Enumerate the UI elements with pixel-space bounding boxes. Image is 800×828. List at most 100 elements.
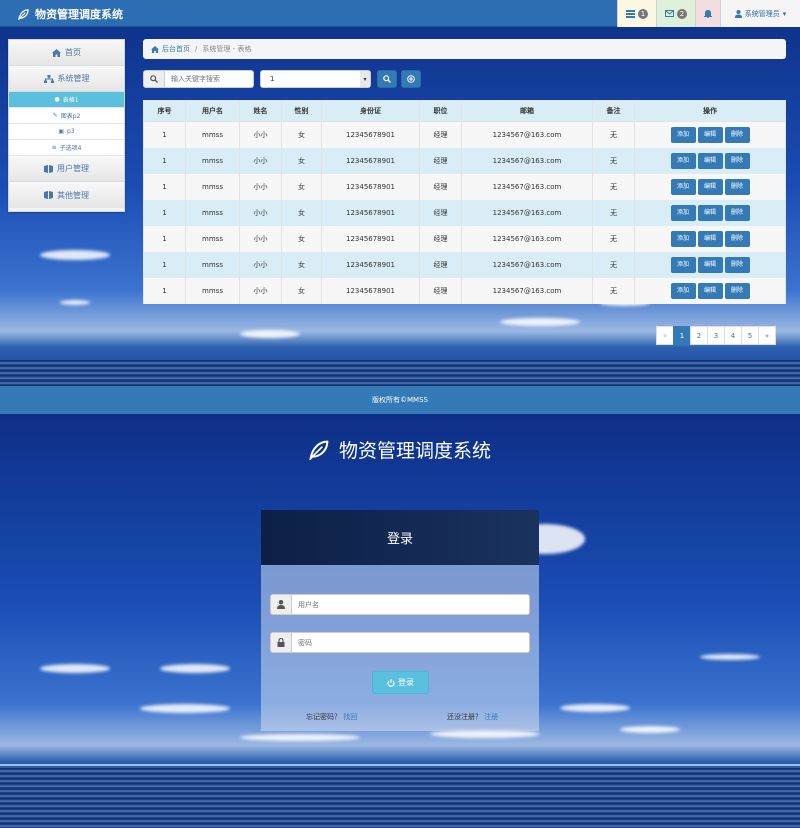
sidebar-label: 用户管理: [57, 164, 89, 173]
forgot-link[interactable]: 找回: [343, 713, 357, 721]
sidebar-subitem-p3[interactable]: ▣ p3: [9, 124, 124, 140]
messages-button[interactable]: 2: [656, 0, 695, 27]
table-row: 1 mmss 小小女 12345678901 经理 1234567@163.com 无添加编…: [143, 121, 786, 148]
delete-row-button[interactable]: 删除: [724, 230, 750, 247]
table-cell: mmss: [185, 225, 240, 252]
row-actions: 添加 编辑 删除: [634, 199, 786, 226]
table-cell: 12345678901: [321, 173, 420, 200]
password-input[interactable]: [292, 632, 530, 653]
pagination-next[interactable]: »: [758, 326, 776, 345]
sidebar-item-other[interactable]: 其他管理: [9, 182, 124, 208]
sidebar-label: 其他管理: [57, 190, 89, 200]
column-header: 性别: [281, 100, 322, 122]
table-cell: 1: [143, 121, 186, 148]
table-cell: 无: [592, 147, 635, 174]
column-header: 操作: [634, 100, 786, 122]
table-cell: 经理: [419, 251, 462, 278]
breadcrumb-home[interactable]: 后台首页: [151, 44, 190, 54]
table-row: 1 mmss 小小女 12345678901 经理 1234567@163.com 无添加编…: [143, 277, 786, 304]
sidebar-item-users[interactable]: 用户管理: [9, 156, 124, 182]
table-cell: mmss: [185, 199, 240, 226]
table-cell: 1: [143, 173, 186, 200]
row-actions: 添加 编辑 删除: [634, 277, 786, 304]
add-row-button[interactable]: 添加: [670, 126, 696, 143]
sitemap-icon: [43, 74, 54, 83]
edit-row-button[interactable]: 编辑: [697, 256, 723, 273]
add-row-button[interactable]: 添加: [670, 152, 696, 169]
table-cell: 1234567@163.com: [461, 147, 593, 174]
bell-icon: [704, 10, 712, 18]
table-row: 1 mmss 小小女 12345678901 经理 1234567@163.com 无添加编…: [143, 173, 786, 200]
add-row-button[interactable]: 添加: [670, 282, 696, 299]
table-cell: 女: [281, 173, 322, 200]
table-cell: mmss: [185, 173, 240, 200]
pagination-page[interactable]: 2: [690, 326, 708, 345]
delete-row-button[interactable]: 删除: [724, 126, 750, 143]
user-menu[interactable]: 系统管理员 ▾: [720, 0, 800, 27]
trash-icon: ▣: [58, 128, 65, 135]
table-cell: 1234567@163.com: [461, 225, 593, 252]
search-button[interactable]: [377, 70, 397, 88]
pagination-page[interactable]: 5: [741, 326, 759, 345]
breadcrumb-separator: /: [195, 45, 198, 53]
edit-row-button[interactable]: 编辑: [697, 282, 723, 299]
filter-select-value: 1: [270, 75, 275, 83]
table-cell: 无: [592, 173, 635, 200]
table-row: 1 mmss 小小女 12345678901 经理 1234567@163.com 无添加编…: [143, 251, 786, 278]
tasks-button[interactable]: 1: [617, 0, 656, 27]
login-panel-title: 登录: [386, 532, 413, 547]
login-submit-label: 登录: [398, 678, 414, 687]
edit-row-button[interactable]: 编辑: [697, 204, 723, 221]
add-button[interactable]: [401, 70, 421, 88]
sidebar-sub-label: 表格1: [62, 97, 79, 104]
edit-row-button[interactable]: 编辑: [697, 178, 723, 195]
register-link[interactable]: 注册: [484, 713, 498, 721]
username-input[interactable]: [292, 594, 530, 615]
table-cell: 无: [592, 121, 635, 148]
edit-row-button[interactable]: 编辑: [697, 126, 723, 143]
pagination-prev[interactable]: «: [656, 326, 674, 345]
sidebar-subitem-chart[interactable]: ✎ 图表p2: [9, 108, 124, 124]
table-cell: 1: [143, 251, 186, 278]
leaf-icon: [309, 440, 329, 460]
row-actions: 添加 编辑 删除: [634, 251, 786, 278]
add-row-button[interactable]: 添加: [670, 178, 696, 195]
table-cell: 12345678901: [321, 277, 420, 304]
add-row-button[interactable]: 添加: [670, 230, 696, 247]
list-icon: ≡: [51, 144, 57, 151]
book-icon: [44, 191, 53, 199]
table-cell: 1: [143, 199, 186, 226]
delete-row-button[interactable]: 删除: [724, 152, 750, 169]
edit-row-button[interactable]: 编辑: [697, 152, 723, 169]
delete-row-button[interactable]: 删除: [724, 256, 750, 273]
edit-row-button[interactable]: 编辑: [697, 230, 723, 247]
pagination-page[interactable]: 4: [724, 326, 742, 345]
table-cell: 无: [592, 251, 635, 278]
add-row-button[interactable]: 添加: [670, 256, 696, 273]
column-header: 身份证: [321, 100, 420, 122]
table-cell: 1234567@163.com: [461, 277, 593, 304]
forgot-password: 忘记密码？ 找回: [306, 712, 357, 722]
filter-select[interactable]: 1 ▾: [260, 70, 371, 88]
pagination-page[interactable]: 3: [707, 326, 725, 345]
login-title: 物资管理调度系统: [0, 436, 800, 463]
alerts-button[interactable]: [695, 0, 720, 27]
delete-row-button[interactable]: 删除: [724, 178, 750, 195]
brand[interactable]: 物资管理调度系统: [18, 6, 123, 22]
pagination-page[interactable]: 1: [673, 326, 691, 345]
user-icon: [734, 9, 742, 18]
copyright-text: 版权所有©MMSS: [372, 396, 428, 404]
chevron-down-icon: ▾: [360, 71, 370, 87]
search-input[interactable]: [165, 70, 254, 88]
sidebar-subitem-table[interactable]: ● 表格1: [9, 92, 124, 108]
sidebar-item-system[interactable]: 系统管理: [9, 66, 124, 92]
sidebar-item-home[interactable]: 首页: [9, 40, 124, 66]
lock-icon: [270, 632, 292, 653]
sidebar-subitem-4[interactable]: ≡ 子选项4: [9, 140, 124, 156]
table-cell: 1234567@163.com: [461, 121, 593, 148]
leaf-icon: [18, 8, 29, 20]
delete-row-button[interactable]: 删除: [724, 204, 750, 221]
login-submit-button[interactable]: 登录: [372, 671, 429, 694]
add-row-button[interactable]: 添加: [670, 204, 696, 221]
delete-row-button[interactable]: 删除: [724, 282, 750, 299]
